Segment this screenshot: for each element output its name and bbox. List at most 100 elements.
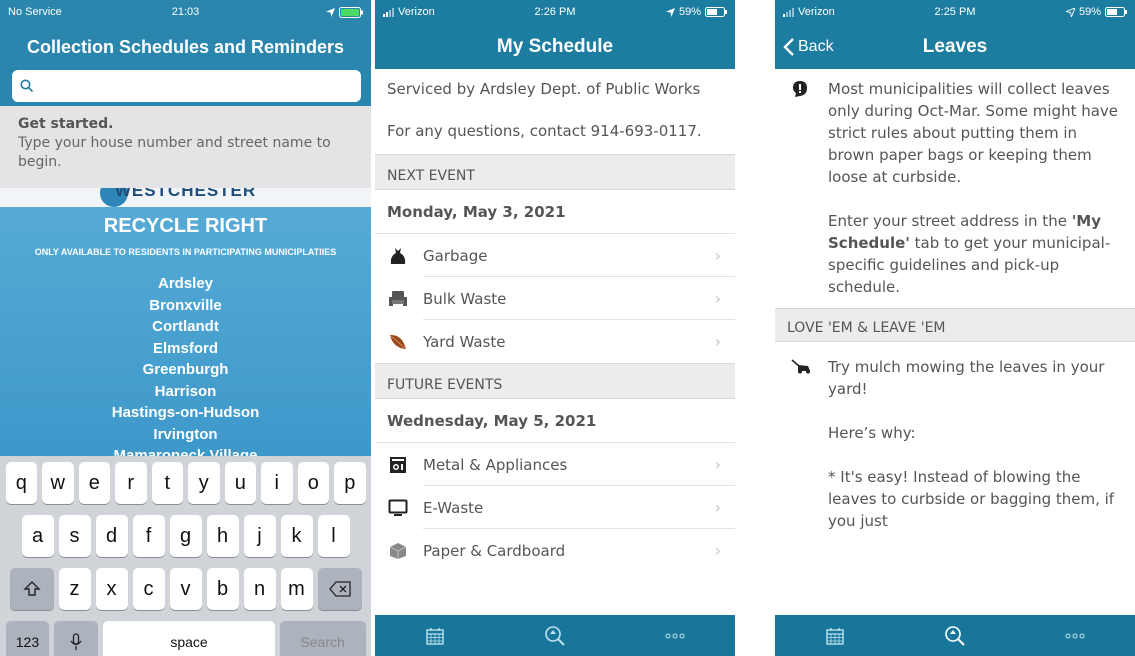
next-event-header: NEXT EVENT [375, 154, 735, 190]
delete-key[interactable] [317, 568, 362, 610]
key[interactable]: x [95, 568, 128, 610]
next-event-list: Garbage › Bulk Waste › Yard Waste › [375, 234, 735, 363]
key[interactable]: e [78, 462, 110, 504]
tab-schedule[interactable] [815, 621, 855, 651]
tab-more[interactable] [655, 621, 695, 651]
garbage-bag-icon [387, 245, 409, 267]
leaves-content[interactable]: Most municipalities will collect leaves … [775, 69, 1135, 615]
keyboard-row-3: z x c v b n m [3, 568, 368, 610]
schedule-content[interactable]: Serviced by Ardsley Dept. of Public Work… [375, 69, 735, 615]
tab-search[interactable] [535, 621, 575, 651]
monitor-icon [387, 497, 409, 519]
key[interactable]: m [280, 568, 313, 610]
key[interactable]: c [132, 568, 165, 610]
key[interactable]: w [42, 462, 74, 504]
dictation-key[interactable] [54, 621, 99, 656]
signal-icon [783, 7, 794, 17]
key[interactable]: a [21, 515, 54, 557]
key[interactable]: k [280, 515, 313, 557]
chevron-right-icon: › [714, 455, 721, 474]
search-key[interactable]: Search [279, 621, 366, 656]
location-icon [326, 7, 335, 17]
chevron-left-icon [783, 37, 794, 56]
search-bar-container [0, 70, 371, 106]
backspace-icon [328, 581, 351, 597]
recycle-search-icon [945, 625, 965, 646]
key[interactable]: r [115, 462, 147, 504]
municipality-item: Elmsford [152, 339, 218, 357]
municipality-item: Hastings-on-Hudson [111, 404, 260, 421]
poster-subtitle: ONLY AVAILABLE TO RESIDENTS IN PARTICIPA… [34, 247, 337, 257]
chevron-right-icon: › [714, 289, 721, 308]
phone-my-schedule-screen: Verizon 2:26 PM 59% My Schedule Serviced… [375, 0, 735, 656]
recycle-search-icon [545, 625, 565, 646]
event-row-garbage[interactable]: Garbage › [375, 234, 735, 277]
key[interactable]: i [261, 462, 293, 504]
appliance-icon [387, 454, 409, 476]
key[interactable]: p [334, 462, 366, 504]
key[interactable]: d [95, 515, 128, 557]
get-started-body: Type your house number and street name t… [18, 135, 331, 170]
numbers-key[interactable]: 123 [5, 621, 50, 656]
key[interactable]: s [58, 515, 91, 557]
info-paragraph: Most municipalities will collect leaves … [828, 80, 1119, 186]
info-paragraph-schedule: Enter your street address in the 'My Sch… [828, 210, 1123, 298]
chevron-right-icon: › [714, 246, 721, 265]
event-label: Bulk Waste [423, 289, 507, 308]
cardboard-box-icon [387, 540, 409, 562]
mulch-tip-block: Try mulch mowing the leaves in your yard… [775, 342, 1135, 554]
event-row-bulk-waste[interactable]: Bulk Waste › [375, 277, 735, 320]
recycle-right-poster: WESTCHESTER RECYCLE RIGHT ONLY AVAILABLE… [0, 167, 371, 467]
back-button[interactable]: Back [783, 24, 834, 69]
event-row-paper-cardboard[interactable]: Paper & Cardboard › [375, 529, 735, 572]
event-label: Garbage [423, 246, 488, 265]
battery-percent: 59% [678, 6, 701, 18]
shift-key[interactable] [9, 568, 54, 610]
info-text: Most municipalities will collect leaves … [828, 78, 1123, 308]
microphone-icon [70, 633, 82, 650]
status-icons: 59% [1065, 6, 1127, 18]
key[interactable]: l [317, 515, 350, 557]
key[interactable]: v [169, 568, 202, 610]
event-row-yard-waste[interactable]: Yard Waste › [375, 320, 735, 363]
key[interactable]: g [169, 515, 202, 557]
phone-leaves-screen: Verizon 2:25 PM 59% Back Leaves Most mun… [775, 0, 1135, 656]
lawn-mower-icon [791, 356, 813, 554]
next-event-date: Monday, May 3, 2021 [375, 190, 735, 234]
carrier-name: Verizon [398, 6, 435, 18]
search-bar[interactable] [12, 70, 361, 102]
serviced-by-text: Serviced by Ardsley Dept. of Public Work… [387, 80, 701, 98]
key[interactable]: u [224, 462, 256, 504]
key[interactable]: n [243, 568, 276, 610]
municipality-item: Harrison [154, 382, 217, 400]
municipality-item: Greenburgh [142, 361, 229, 378]
key[interactable]: o [297, 462, 329, 504]
info-text-part: Enter your street address in the [828, 212, 1072, 230]
location-icon [1065, 7, 1075, 17]
battery-percent: 59% [1078, 6, 1101, 18]
key[interactable]: q [5, 462, 37, 504]
get-started-hint: Get started. Type your house number and … [0, 106, 371, 188]
future-event-date: Wednesday, May 5, 2021 [375, 399, 735, 443]
key[interactable]: y [188, 462, 220, 504]
key[interactable]: z [58, 568, 91, 610]
key[interactable]: b [206, 568, 239, 610]
key[interactable]: f [132, 515, 165, 557]
search-input[interactable] [40, 78, 361, 94]
event-label: Metal & Appliances [423, 455, 568, 474]
calendar-icon [826, 627, 844, 645]
key[interactable]: j [243, 515, 276, 557]
future-event-list: Metal & Appliances › E-Waste › Paper & C… [375, 443, 735, 572]
tab-more[interactable] [1055, 621, 1095, 651]
status-bar: Verizon 2:26 PM 59% [375, 0, 735, 24]
event-row-metal-appliances[interactable]: Metal & Appliances › [375, 443, 735, 486]
event-row-e-waste[interactable]: E-Waste › [375, 486, 735, 529]
key[interactable]: h [206, 515, 239, 557]
key[interactable]: t [151, 462, 183, 504]
space-key[interactable]: space [103, 621, 275, 656]
poster-title: RECYCLE RIGHT [103, 215, 268, 237]
info-icon [791, 78, 813, 308]
signal-icon [383, 7, 394, 17]
tab-search[interactable] [935, 621, 975, 651]
tab-schedule[interactable] [415, 621, 455, 651]
